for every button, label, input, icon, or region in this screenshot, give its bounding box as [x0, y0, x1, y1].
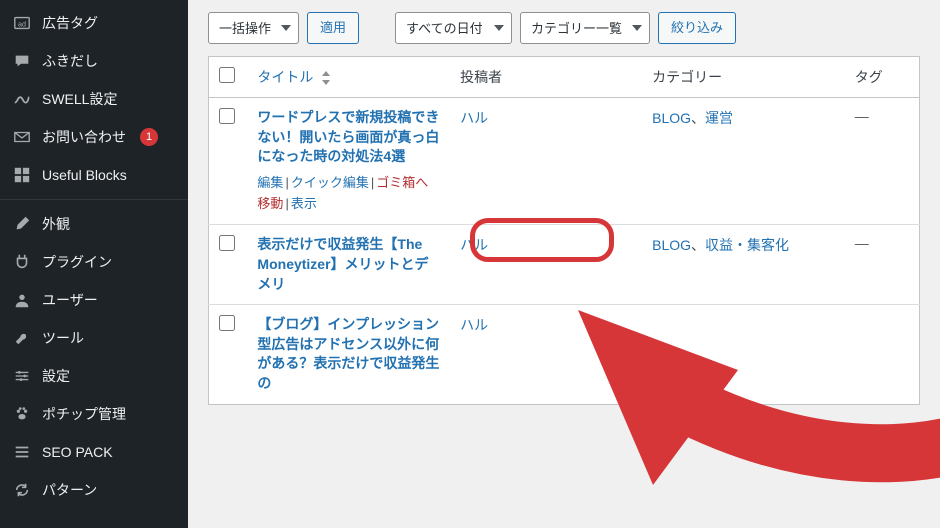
filter-bar: 一括操作 適用 すべての日付 カテゴリー一覧 絞り込み: [188, 0, 940, 56]
refresh-icon: [12, 480, 32, 500]
sidebar-item-label: お問い合わせ: [42, 127, 126, 147]
sidebar-separator: [0, 199, 188, 200]
blocks-icon: [12, 165, 32, 185]
category-link[interactable]: 運営: [705, 110, 733, 126]
sidebar-item-label: 外観: [42, 214, 70, 234]
sidebar-item-label: パターン: [42, 480, 97, 500]
sidebar-item-fukidashi[interactable]: ふきだし: [0, 42, 188, 80]
wrench-icon: [12, 328, 32, 348]
sidebar-item-patterns[interactable]: パターン: [0, 471, 188, 509]
notification-badge: 1: [140, 128, 158, 146]
tag-cell: —: [855, 235, 869, 251]
category-link[interactable]: BLOG: [652, 110, 691, 126]
column-header-author: 投稿者: [450, 57, 642, 98]
category-link[interactable]: BLOG: [652, 237, 691, 253]
ad-icon: ad: [12, 13, 32, 33]
view-link[interactable]: 表示: [291, 196, 317, 211]
mail-icon: [12, 127, 32, 147]
column-header-category: カテゴリー: [642, 57, 845, 98]
speech-icon: [12, 51, 32, 71]
column-header-tag: タグ: [845, 57, 920, 98]
sidebar-item-usefulblocks[interactable]: Useful Blocks: [0, 156, 188, 194]
admin-sidebar: ad 広告タグ ふきだし SWELL設定 お問い合わせ 1 Useful Blo…: [0, 0, 188, 528]
sidebar-item-pochip[interactable]: ポチップ管理: [0, 395, 188, 433]
post-title-link[interactable]: 【ブログ】インプレッション型広告はアドセンス以外に何がある？表示だけで収益発生の: [257, 316, 439, 391]
sidebar-item-seopack[interactable]: SEO PACK: [0, 433, 188, 471]
svg-text:ad: ad: [18, 20, 26, 29]
brush-icon: [12, 214, 32, 234]
category-filter-select[interactable]: カテゴリー一覧: [520, 12, 650, 44]
sidebar-item-label: 広告タグ: [42, 13, 98, 33]
sidebar-item-users[interactable]: ユーザー: [0, 281, 188, 319]
sliders-icon: [12, 366, 32, 386]
row-checkbox[interactable]: [219, 108, 235, 124]
row-checkbox[interactable]: [219, 235, 235, 251]
tag-cell: —: [855, 108, 869, 124]
table-row: 【ブログ】インプレッション型広告はアドセンス以外に何がある？表示だけで収益発生の…: [209, 305, 920, 404]
sidebar-item-tools[interactable]: ツール: [0, 319, 188, 357]
category-cell: BLOG、収益・集客化: [642, 225, 845, 305]
plug-icon: [12, 252, 32, 272]
bulk-action-select[interactable]: 一括操作: [208, 12, 299, 44]
author-link[interactable]: ハル: [460, 317, 488, 333]
column-header-title[interactable]: タイトル: [247, 57, 450, 98]
author-link[interactable]: ハル: [460, 237, 488, 253]
category-link[interactable]: 収益・集客化: [705, 237, 789, 253]
table-row: 表示だけで収益発生【The Moneytizer】メリットとデメリ ハル BLO…: [209, 225, 920, 305]
sidebar-item-plugins[interactable]: プラグイン: [0, 243, 188, 281]
apply-button[interactable]: 適用: [307, 12, 359, 44]
filter-button[interactable]: 絞り込み: [658, 12, 736, 44]
sidebar-item-appearance[interactable]: 外観: [0, 205, 188, 243]
table-row: ワードプレスで新規投稿できない！開いたら画面が真っ白になった時の対処法4選 編集…: [209, 98, 920, 225]
paw-icon: [12, 404, 32, 424]
sidebar-item-settings[interactable]: 設定: [0, 357, 188, 395]
post-title-link[interactable]: 表示だけで収益発生【The Moneytizer】メリットとデメリ: [257, 236, 428, 291]
date-filter-select[interactable]: すべての日付: [395, 12, 512, 44]
user-icon: [12, 290, 32, 310]
quick-edit-link[interactable]: クイック編集: [291, 175, 369, 190]
sidebar-item-label: ふきだし: [42, 51, 98, 71]
post-title-link[interactable]: ワードプレスで新規投稿できない！開いたら画面が真っ白になった時の対処法4選: [257, 109, 439, 164]
posts-table: タイトル 投稿者 カテゴリー タグ ワードプレスで新規投稿できない！開いたら画面…: [208, 56, 920, 405]
sidebar-item-contact[interactable]: お問い合わせ 1: [0, 118, 188, 156]
select-all-checkbox[interactable]: [219, 67, 235, 83]
sidebar-item-label: ツール: [42, 328, 84, 348]
sort-icon: [321, 71, 331, 85]
content-area: 一括操作 適用 すべての日付 カテゴリー一覧 絞り込み タイトル 投稿者 カテゴ…: [188, 0, 940, 528]
sidebar-item-label: SWELL設定: [42, 89, 117, 109]
sidebar-item-swell[interactable]: SWELL設定: [0, 80, 188, 118]
sidebar-item-adtag[interactable]: ad 広告タグ: [0, 4, 188, 42]
edit-link[interactable]: 編集: [257, 175, 283, 190]
sidebar-item-label: プラグイン: [42, 252, 112, 272]
row-actions: 編集|クイック編集|ゴミ箱へ移動|表示: [257, 173, 440, 215]
sidebar-item-label: SEO PACK: [42, 444, 113, 460]
list-icon: [12, 442, 32, 462]
author-link[interactable]: ハル: [460, 110, 488, 126]
sidebar-item-label: Useful Blocks: [42, 167, 127, 183]
sidebar-item-label: ユーザー: [42, 290, 98, 310]
swell-icon: [12, 89, 32, 109]
row-checkbox[interactable]: [219, 315, 235, 331]
sidebar-item-label: 設定: [42, 366, 70, 386]
category-cell: BLOG、運営: [642, 98, 845, 225]
sidebar-item-label: ポチップ管理: [42, 404, 126, 424]
